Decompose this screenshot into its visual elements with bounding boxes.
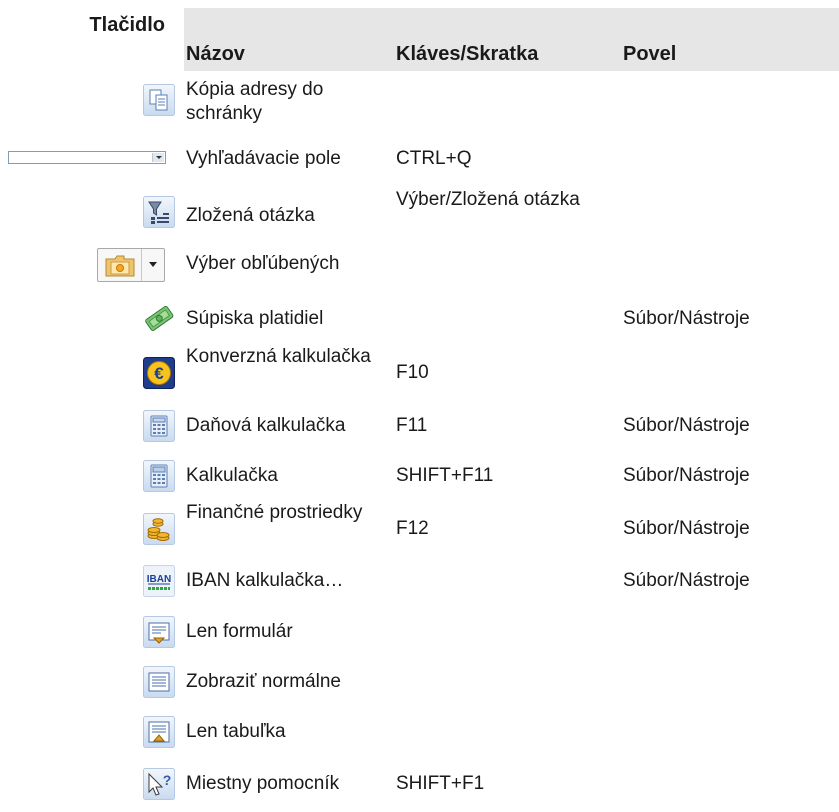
table-header: Tlačidlo Názov Kláves/Skratka Povel <box>0 0 839 72</box>
chevron-down-icon[interactable] <box>152 153 164 162</box>
row-command: Súbor/Nástroje <box>623 518 750 539</box>
euro-icon: € <box>143 357 175 389</box>
favorites-dropdown-button[interactable] <box>97 248 165 282</box>
row-name: Len formulár <box>186 621 293 642</box>
row-key: F11 <box>396 415 428 436</box>
row-key: F12 <box>396 518 429 539</box>
row-name: Miestny pomocník <box>186 773 340 794</box>
money-icon <box>143 302 175 334</box>
svg-text:€: € <box>154 364 164 383</box>
chevron-down-icon[interactable] <box>141 249 164 281</box>
svg-text:?: ? <box>163 772 172 788</box>
row-name: Kópia adresy do schránky <box>186 79 324 124</box>
table-row: Len formulár <box>0 616 839 656</box>
header-name-column: Názov <box>186 43 245 65</box>
form-only-icon <box>143 616 175 648</box>
table-row: Finančné prostriedky F12 Súbor/Nástroje <box>0 501 839 557</box>
row-name: Len tabuľka <box>186 721 286 742</box>
normal-view-icon <box>143 666 175 698</box>
row-command: Súbor/Nástroje <box>623 415 750 436</box>
table-row: Kalkulačka SHIFT+F11 Súbor/Nástroje <box>0 460 839 500</box>
row-name: Zložená otázka <box>186 205 315 226</box>
iban-icon: IBAN <box>143 565 175 597</box>
table-row: Zobraziť normálne <box>0 666 839 706</box>
table-row: Súpiska platidiel Súbor/Nástroje <box>0 300 839 340</box>
table-row: Zložená otázka Výber/Zložená otázka <box>0 188 839 244</box>
table-row: Vyhľadávacie pole CTRL+Q <box>0 147 839 175</box>
header-key-column: Kláves/Skratka <box>396 43 539 65</box>
svg-text:IBAN: IBAN <box>147 574 171 585</box>
help-pointer-icon: ? <box>143 768 175 800</box>
copy-address-icon <box>143 84 175 116</box>
search-combo-box[interactable] <box>8 151 166 164</box>
table-only-icon <box>143 716 175 748</box>
row-name: Konverzná kalkulačka <box>186 346 371 367</box>
table-row: IBAN IBAN kalkulačka… Súbor/Nástroje <box>0 565 839 605</box>
table-row: € Konverzná kalkulačka F10 <box>0 345 839 401</box>
coins-icon <box>143 513 175 545</box>
compound-query-icon <box>143 196 175 228</box>
table-row: Výber obľúbených <box>0 248 839 288</box>
tax-calculator-icon <box>143 410 175 442</box>
folder-star-icon <box>105 255 135 277</box>
header-button-column: Tlačidlo <box>89 14 165 36</box>
row-name: Finančné prostriedky <box>186 502 363 523</box>
row-name: Daňová kalkulačka <box>186 415 346 436</box>
row-name: IBAN kalkulačka… <box>186 570 344 591</box>
table-row: Len tabuľka <box>0 716 839 756</box>
row-name: Súpiska platidiel <box>186 308 324 329</box>
row-key: SHIFT+F1 <box>396 773 485 794</box>
row-key: F10 <box>396 362 429 383</box>
row-name: Výber obľúbených <box>186 253 340 274</box>
row-command: Súbor/Nástroje <box>623 570 750 591</box>
row-key: Výber/Zložená otázka <box>396 189 580 210</box>
calculator-icon <box>143 460 175 492</box>
row-key: SHIFT+F11 <box>396 465 494 486</box>
table-row: ? Miestny pomocník SHIFT+F1 <box>0 768 839 808</box>
table-row: Daňová kalkulačka F11 Súbor/Nástroje <box>0 410 839 450</box>
row-name: Kalkulačka <box>186 465 278 486</box>
row-command: Súbor/Nástroje <box>623 465 750 486</box>
row-name: Zobraziť normálne <box>186 671 341 692</box>
header-command-column: Povel <box>623 43 677 65</box>
row-name: Vyhľadávacie pole <box>186 148 341 169</box>
table-row: Kópia adresy do schránky <box>0 76 839 132</box>
row-key: CTRL+Q <box>396 148 472 169</box>
row-command: Súbor/Nástroje <box>623 308 750 329</box>
